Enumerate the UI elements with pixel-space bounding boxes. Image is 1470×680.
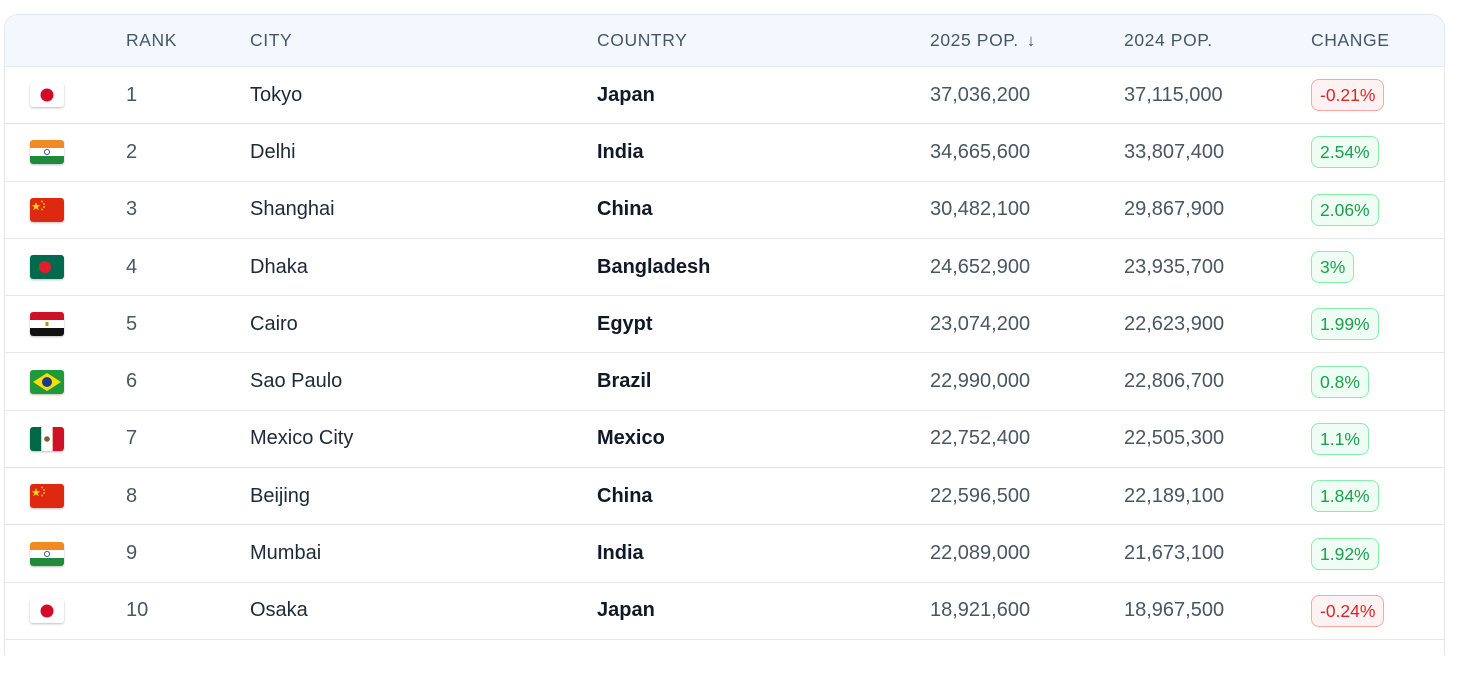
header-pop-2025-label: 2025 POP.: [930, 30, 1019, 50]
city-cell: Dhaka: [250, 255, 308, 278]
header-flag: [30, 15, 70, 66]
mexico-flag-icon: [30, 426, 64, 451]
table-row[interactable]: 10 Osaka Japan 18,921,600 18,967,500 -0.24%: [5, 583, 1444, 640]
country-cell: Bangladesh: [597, 255, 711, 278]
pop-2024-cell: 29,867,900: [1124, 198, 1225, 221]
change-badge: 1.1%: [1311, 422, 1369, 455]
sort-arrow-down-icon: ↓: [1026, 30, 1036, 50]
header-city-label: CITY: [250, 30, 293, 50]
pop-2025-cell: 22,596,500: [930, 484, 1031, 507]
pop-2024-cell: 22,623,900: [1124, 312, 1225, 335]
change-badge: 2.54%: [1311, 136, 1379, 169]
country-cell: Japan: [597, 83, 655, 106]
city-cell: Sao Paulo: [250, 370, 343, 393]
country-cell: China: [597, 484, 653, 507]
pop-2025-cell: 18,921,600: [930, 599, 1031, 622]
country-cell: Mexico: [597, 427, 665, 450]
header-pop-2025[interactable]: 2025 POP. ↓: [930, 15, 1036, 66]
pop-2025-cell: 30,482,100: [930, 198, 1031, 221]
pop-2025-cell: 24,652,900: [930, 255, 1031, 278]
header-rank[interactable]: RANK: [126, 15, 177, 66]
table-row[interactable]: 2 Delhi India 34,665,600 33,807,400 2.54%: [5, 124, 1444, 182]
rank-cell: 8: [126, 484, 138, 507]
header-pop-2024-label: 2024 POP.: [1124, 30, 1213, 50]
city-cell: Shanghai: [250, 198, 335, 221]
country-cell: China: [597, 198, 653, 221]
rank-cell: 3: [126, 198, 138, 221]
pop-2024-cell: 18,967,500: [1124, 599, 1225, 622]
country-cell: Brazil: [597, 370, 652, 393]
change-badge: 2.06%: [1311, 193, 1379, 226]
change-badge: 0.8%: [1311, 365, 1369, 398]
change-badge: -0.21%: [1311, 79, 1385, 112]
egypt-flag-icon: [30, 312, 64, 337]
pop-2024-cell: 22,806,700: [1124, 370, 1225, 393]
pop-2025-cell: 37,036,200: [930, 83, 1031, 106]
rank-cell: 5: [126, 312, 138, 335]
city-cell: Osaka: [250, 599, 308, 622]
table-row[interactable]: 7 Mexico City Mexico 22,752,400 22,505,300 1.…: [5, 411, 1444, 469]
country-cell: Egypt: [597, 312, 653, 335]
table-row[interactable]: 4 Dhaka Bangladesh 24,652,900 23,935,700 3%: [5, 239, 1444, 297]
rank-cell: 9: [126, 542, 138, 565]
city-cell: Cairo: [250, 312, 298, 335]
table-row[interactable]: 3 Shanghai China 30,482,100 29,867,900 2.06%: [5, 182, 1444, 239]
header-pop-2024[interactable]: 2024 POP.: [1124, 15, 1213, 66]
pop-2024-cell: 21,673,100: [1124, 542, 1225, 565]
table-row[interactable]: 6 Sao Paulo Brazil 22,990,000 22,806,700 0.8%: [5, 353, 1444, 411]
table-row[interactable]: 9 Mumbai India 22,089,000 21,673,100 1.92%: [5, 525, 1444, 583]
country-cell: India: [597, 542, 644, 565]
india-flag-icon: [30, 140, 64, 165]
city-cell: Tokyo: [250, 83, 303, 106]
pop-2025-cell: 22,089,000: [930, 542, 1031, 565]
china-flag-icon: [30, 197, 64, 222]
pop-2025-cell: 22,990,000: [930, 370, 1031, 393]
population-table: RANK CITY COUNTRY 2025 POP. ↓ 2024 POP. C…: [4, 14, 1445, 655]
japan-flag-icon: [30, 83, 64, 108]
table-body: 1 Tokyo Japan 37,036,200 37,115,000 -0.21% 2 De…: [5, 67, 1444, 640]
pop-2024-cell: 22,505,300: [1124, 427, 1225, 450]
pop-2024-cell: 33,807,400: [1124, 140, 1225, 163]
japan-flag-icon: [30, 598, 64, 623]
city-cell: Beijing: [250, 484, 311, 507]
table-header-row: RANK CITY COUNTRY 2025 POP. ↓ 2024 POP. C…: [5, 15, 1444, 67]
change-badge: 3%: [1311, 251, 1355, 284]
brazil-flag-icon: [30, 369, 64, 394]
header-city[interactable]: CITY: [250, 15, 292, 66]
city-cell: Mumbai: [250, 542, 322, 565]
country-cell: Japan: [597, 599, 655, 622]
header-change-label: CHANGE: [1311, 30, 1390, 50]
india-flag-icon: [30, 541, 64, 566]
table-row[interactable]: 8 Beijing China 22,596,500 22,189,100 1.84%: [5, 468, 1444, 526]
pop-2025-cell: 22,752,400: [930, 427, 1031, 450]
change-badge: -0.24%: [1311, 594, 1385, 627]
rank-cell: 7: [126, 427, 138, 450]
rank-cell: 6: [126, 370, 138, 393]
header-change[interactable]: CHANGE: [1311, 15, 1389, 66]
pop-2024-cell: 23,935,700: [1124, 255, 1225, 278]
header-country-label: COUNTRY: [597, 30, 688, 50]
change-badge: 1.92%: [1311, 537, 1379, 570]
pop-2024-cell: 37,115,000: [1124, 83, 1223, 106]
city-cell: Delhi: [250, 140, 296, 163]
pop-2025-cell: 34,665,600: [930, 140, 1031, 163]
bangladesh-flag-icon: [30, 255, 64, 280]
china-flag-icon: [30, 484, 64, 509]
change-badge: 1.99%: [1311, 308, 1379, 341]
table-row[interactable]: 5 Cairo Egypt 23,074,200 22,623,900 1.99%: [5, 296, 1444, 354]
city-cell: Mexico City: [250, 427, 354, 450]
rank-cell: 10: [126, 599, 149, 622]
change-badge: 1.84%: [1311, 480, 1379, 513]
header-country[interactable]: COUNTRY: [597, 15, 687, 66]
header-rank-label: RANK: [126, 30, 178, 50]
pop-2024-cell: 22,189,100: [1124, 484, 1225, 507]
table-row[interactable]: 1 Tokyo Japan 37,036,200 37,115,000 -0.21%: [5, 67, 1444, 125]
rank-cell: 1: [126, 83, 138, 106]
rank-cell: 4: [126, 255, 138, 278]
rank-cell: 2: [126, 140, 138, 163]
pop-2025-cell: 23,074,200: [930, 312, 1031, 335]
country-cell: India: [597, 140, 644, 163]
